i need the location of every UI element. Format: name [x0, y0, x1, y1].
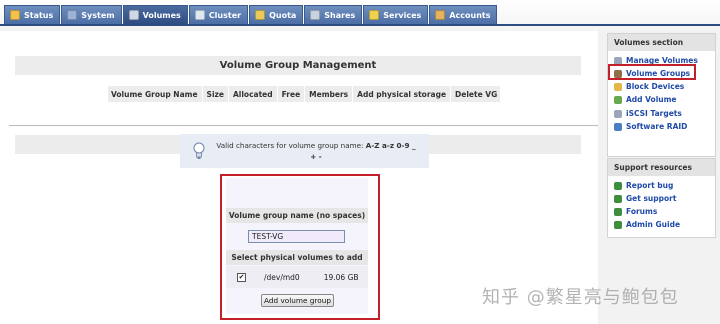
accounts-icon — [435, 10, 446, 20]
tab-services[interactable]: Services — [363, 5, 429, 24]
volumes-section-panel: Volumes section Manage Volumes Volume Gr… — [607, 33, 716, 157]
sidebar-item-label: Forums — [626, 207, 658, 216]
report-bug-icon — [614, 181, 622, 190]
tab-label: System — [81, 10, 115, 20]
add-volume-icon — [614, 95, 622, 104]
column-header: Size — [203, 85, 229, 103]
sidebar-item-label: Block Devices — [626, 82, 685, 91]
physical-volume-row: ✔ /dev/md0 19.06 GB — [226, 266, 368, 288]
column-header: Free — [278, 85, 306, 103]
volumes-section-title: Volumes section — [608, 34, 715, 51]
tab-label: Cluster — [208, 10, 242, 20]
tab-bar: Status System Volumes Cluster Quota Shar… — [4, 5, 498, 24]
lightbulb-icon — [192, 142, 206, 160]
sidebar-item-get-support[interactable]: Get support — [614, 194, 676, 203]
tab-accounts[interactable]: Accounts — [429, 5, 498, 24]
tab-volumes[interactable]: Volumes — [122, 5, 188, 24]
tab-label: Quota — [269, 10, 297, 20]
sidebar-item-label: Add Volume — [626, 95, 677, 104]
services-icon — [369, 10, 380, 20]
create-vg-form: Volume group name (no spaces) Select phy… — [226, 178, 368, 314]
pv-size: 19.06 GB — [323, 272, 359, 282]
sidebar-item-admin-guide[interactable]: Admin Guide — [614, 220, 680, 229]
sidebar-item-add-volume[interactable]: Add Volume — [614, 95, 677, 104]
pv-checkbox[interactable]: ✔ — [237, 272, 246, 282]
top-navigation: Status System Volumes Cluster Quota Shar… — [0, 0, 720, 31]
sidebar-item-label: Software RAID — [626, 122, 688, 131]
software-raid-icon — [614, 122, 622, 131]
nav-underline — [0, 24, 720, 26]
column-header: Delete VG — [455, 89, 498, 99]
tab-shares[interactable]: Shares — [304, 5, 363, 24]
volume-group-table-header: Volume Group Name Size Allocated Free Me… — [107, 85, 502, 103]
block-devices-icon — [614, 82, 622, 91]
column-header: Add physical storage — [353, 85, 452, 103]
cluster-icon — [194, 10, 205, 20]
sidebar-item-label: iSCSI Targets — [626, 109, 682, 118]
sidebar-item-label: Get support — [626, 194, 677, 203]
sidebar-item-block-devices[interactable]: Block Devices — [614, 82, 684, 91]
volume-groups-highlight — [608, 64, 696, 80]
section-divider — [9, 125, 599, 126]
support-resources-title: Support resources — [608, 159, 715, 176]
support-resources-panel: Support resources Report bug Get support… — [607, 158, 716, 238]
hint-text: Valid characters for volume group name: … — [216, 140, 416, 162]
add-volume-group-button[interactable]: Add volume group — [261, 294, 334, 307]
tab-status[interactable]: Status — [4, 5, 61, 24]
forums-icon — [614, 207, 622, 216]
shares-icon — [310, 10, 321, 20]
tab-label: Shares — [324, 10, 356, 20]
tab-label: Services — [383, 10, 422, 20]
sidebar-item-software-raid[interactable]: Software RAID — [614, 122, 687, 131]
hint-box: Valid characters for volume group name: … — [180, 134, 429, 168]
get-support-icon — [614, 194, 622, 203]
iscsi-targets-icon — [614, 109, 622, 118]
quota-icon — [255, 10, 266, 20]
tab-label: Volumes — [142, 10, 181, 20]
admin-guide-icon — [614, 220, 622, 229]
sidebar-item-label: Admin Guide — [626, 220, 681, 229]
tab-label: Accounts — [449, 10, 491, 20]
vg-name-label: Volume group name (no spaces) — [226, 208, 368, 223]
tab-label: Status — [24, 10, 54, 20]
sidebar-item-iscsi-targets[interactable]: iSCSI Targets — [614, 109, 682, 118]
tab-cluster[interactable]: Cluster — [188, 5, 249, 24]
volumes-icon — [128, 10, 139, 20]
tab-quota[interactable]: Quota — [249, 5, 304, 24]
vg-name-input[interactable] — [248, 230, 345, 243]
tab-system[interactable]: System — [61, 5, 122, 24]
watermark-text: 知乎 @繁星亮与鲍包包 — [482, 287, 679, 308]
pv-select-label: Select physical volumes to add — [226, 250, 368, 265]
hint-prefix: Valid characters for volume group name: — [216, 141, 364, 150]
status-icon — [10, 10, 20, 20]
sidebar-item-forums[interactable]: Forums — [614, 207, 657, 216]
volume-group-management-title: Volume Group Management — [15, 56, 581, 75]
pv-device: /dev/md0 — [264, 272, 300, 282]
column-header: Members — [305, 85, 354, 103]
system-icon — [67, 10, 78, 20]
column-header: Allocated — [229, 85, 278, 103]
sidebar-item-report-bug[interactable]: Report bug — [614, 181, 673, 190]
column-header: Volume Group Name — [107, 85, 203, 103]
sidebar-item-label: Report bug — [626, 181, 674, 190]
